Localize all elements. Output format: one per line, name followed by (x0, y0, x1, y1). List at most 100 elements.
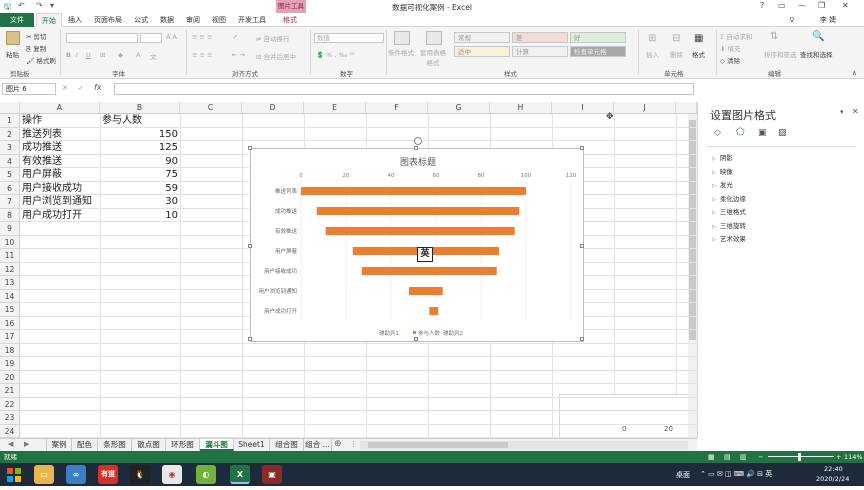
page-break-view-icon[interactable]: ▥ (740, 451, 747, 463)
cell-b4[interactable]: 90 (100, 155, 178, 169)
cancel-icon[interactable]: ✕ (62, 84, 68, 92)
border-icon[interactable]: ⊞ (100, 51, 105, 59)
font-color-icon[interactable]: A (136, 51, 140, 59)
row-header-10[interactable]: 10 (0, 235, 20, 249)
normal-view-icon[interactable]: ▦ (708, 451, 715, 463)
tab-split-icon[interactable]: ⋮ (350, 440, 357, 448)
wrap-text-button[interactable]: ⇌ 自动换行 (256, 33, 290, 43)
next-sheet-icon[interactable]: ▶ (24, 440, 29, 448)
select-all-corner[interactable] (0, 102, 20, 114)
tab-file[interactable]: 文件 (0, 13, 34, 27)
fill-color-icon[interactable]: ◆ (118, 51, 123, 59)
format-cells-button[interactable]: 格式 (692, 49, 705, 59)
find-select-icon[interactable]: 🔍 (812, 31, 824, 42)
enter-icon[interactable]: ✓ (78, 84, 84, 92)
tab-insert[interactable]: 插入 (64, 13, 86, 27)
resize-handle-tr[interactable] (580, 146, 584, 150)
cell-a8[interactable]: 用户成功打开 (22, 209, 82, 223)
size-properties-icon[interactable]: ▣ (758, 128, 767, 138)
phonetic-icon[interactable]: 文 (150, 51, 157, 61)
help-icon[interactable]: ? (760, 1, 764, 10)
number-format-select[interactable]: 数值 (314, 33, 384, 43)
style-calc[interactable]: 计算 (512, 46, 568, 57)
paste-button[interactable]: 粘贴 (6, 49, 19, 59)
col-header-g[interactable]: G (428, 102, 490, 114)
sheet-tab-donut[interactable]: 环形图 (166, 439, 200, 451)
desktop-label[interactable]: 桌面 (676, 470, 690, 480)
paste-icon[interactable] (6, 31, 20, 45)
style-check[interactable]: 检查单元格 (570, 46, 626, 57)
row-header-1[interactable]: 1 (0, 114, 20, 128)
pane-item-soft-edges[interactable]: 柔化边缘 (712, 193, 746, 203)
cell-b1[interactable]: 参与人数 (102, 114, 142, 128)
pane-item-3d-rotation[interactable]: 三维旋转 (712, 220, 746, 230)
pane-options-icon[interactable]: ▾ (840, 108, 844, 116)
fill-line-icon[interactable]: ◇ (714, 128, 721, 138)
pane-close-icon[interactable]: ✕ (852, 107, 859, 116)
user-name[interactable]: 李 婕 (808, 13, 848, 27)
style-neutral[interactable]: 适中 (454, 46, 510, 57)
row-header-4[interactable]: 4 (0, 154, 20, 168)
qq-icon[interactable]: 🐧 (130, 465, 150, 484)
row-header-15[interactable]: 15 (0, 303, 20, 317)
orientation-icon[interactable]: ↗ (232, 33, 237, 41)
align-left-icon[interactable]: ≡ ≡ ≡ (192, 51, 212, 59)
cell-a1[interactable]: 操作 (22, 114, 42, 128)
vertical-scrollbar[interactable] (688, 114, 697, 438)
pane-item-reflection[interactable]: 映像 (712, 166, 733, 176)
delete-cells-button[interactable]: 删除 (670, 49, 683, 59)
resize-handle-b[interactable] (414, 337, 418, 341)
col-header-c[interactable]: C (180, 102, 242, 114)
cell-a6[interactable]: 用户接收成功 (22, 182, 82, 196)
cell-a5[interactable]: 用户屏蔽 (22, 168, 62, 182)
effects-icon[interactable]: ⬠ (736, 127, 745, 138)
row-header-13[interactable]: 13 (0, 276, 20, 290)
tab-view[interactable]: 视图 (208, 13, 230, 27)
row-header-16[interactable]: 16 (0, 316, 20, 330)
tray-icons[interactable]: ⌃ ▭ ✉ ◫ ⌨ 🔊 ⊟ 英 (700, 469, 772, 479)
autosum-button[interactable]: Σ 自动求和 (720, 31, 752, 41)
pane-item-artistic-effects[interactable]: 艺术效果 (712, 233, 746, 243)
col-header-f[interactable]: F (366, 102, 428, 114)
picture-icon[interactable]: ▨ (778, 128, 787, 138)
resize-handle-r[interactable] (580, 244, 584, 248)
zoom-in-icon[interactable]: + (836, 451, 841, 463)
resize-handle-bl[interactable] (248, 337, 252, 341)
style-bad[interactable]: 差 (512, 32, 568, 43)
font-size-select[interactable] (140, 33, 162, 43)
horizontal-scrollbar[interactable] (360, 441, 688, 449)
browser-icon[interactable]: ◐ (196, 465, 216, 484)
excel-taskbar-icon[interactable]: X (230, 465, 250, 484)
col-header-b[interactable]: B (100, 102, 180, 114)
name-box[interactable]: 图片 6 (2, 83, 56, 95)
cell-b5[interactable]: 75 (100, 168, 178, 182)
sheet-tab-sheet1[interactable]: Sheet1 (234, 439, 270, 451)
row-header-19[interactable]: 19 (0, 357, 20, 371)
tab-home[interactable]: 开始 (36, 13, 62, 27)
sheet-tab-combo[interactable]: 组合图 (270, 439, 304, 451)
table-format-button[interactable]: 套用表格格式 (418, 47, 448, 67)
zoom-out-icon[interactable]: − (758, 451, 763, 463)
cut-button[interactable]: ✂ 剪切 (26, 31, 47, 41)
copy-button[interactable]: ⎘ 复制 (26, 43, 46, 54)
ribbon-display-icon[interactable]: ▭ (778, 1, 786, 10)
cell-b6[interactable]: 59 (100, 182, 178, 196)
sheet-tab-funnel[interactable]: 漏斗图 (200, 439, 234, 451)
row-header-9[interactable]: 9 (0, 222, 20, 236)
cell-b8[interactable]: 10 (100, 209, 178, 223)
tab-page-layout[interactable]: 页面布局 (90, 13, 126, 27)
zoom-slider[interactable] (768, 456, 834, 457)
sort-filter-button[interactable]: 排序和筛选 (764, 49, 797, 59)
row-header-14[interactable]: 14 (0, 289, 20, 303)
delete-cells-icon[interactable]: ⊟ (672, 33, 680, 44)
sort-filter-icon[interactable]: ⇅ (770, 31, 778, 42)
windows-start-icon[interactable] (4, 465, 24, 484)
close-icon[interactable]: ✕ (842, 1, 849, 10)
prev-sheet-icon[interactable]: ◀ (8, 440, 13, 448)
row-header-5[interactable]: 5 (0, 168, 20, 182)
sheet-tab-scatter[interactable]: 散点图 (132, 439, 166, 451)
tab-formulas[interactable]: 公式 (130, 13, 152, 27)
align-top-icon[interactable]: ≡ ≡ ≡ (192, 33, 212, 41)
merge-center-button[interactable]: ⊟ 合并后居中 (256, 51, 296, 61)
row-header-24[interactable]: 24 (0, 424, 20, 438)
